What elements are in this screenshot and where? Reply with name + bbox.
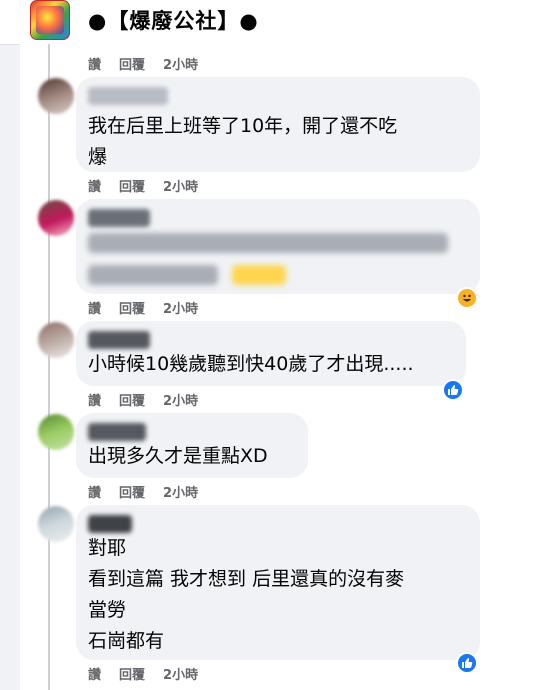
comment-time[interactable]: 2小時 (163, 482, 198, 501)
avatar[interactable] (38, 506, 74, 542)
comment-actions: 讚 回覆 2小時 (88, 664, 216, 683)
comment-bubble: 小時候10幾歲聽到快40歲了才出現..... (76, 321, 466, 386)
avatar[interactable] (38, 200, 74, 236)
comment-bubble: 出現多久才是重點XD (76, 413, 308, 478)
reply-button[interactable]: 回覆 (119, 54, 145, 73)
comment-text: 小時候10幾歲聽到快40歲了才出現..... (88, 353, 414, 375)
reply-button[interactable]: 回覆 (119, 176, 145, 195)
page-title[interactable]: ●【爆廢公社】● (88, 5, 259, 35)
comment-time[interactable]: 2小時 (163, 54, 198, 73)
comment-actions: 讚 回覆 2小時 (88, 482, 216, 501)
comment-actions: 讚 回覆 2小時 (88, 176, 216, 195)
like-button[interactable]: 讚 (88, 390, 101, 409)
like-button[interactable]: 讚 (88, 664, 101, 683)
haha-icon[interactable] (456, 287, 478, 309)
reply-button[interactable]: 回覆 (119, 298, 145, 317)
comment-actions: 讚 回覆 2小時 (88, 298, 216, 317)
reply-button[interactable]: 回覆 (119, 390, 145, 409)
comment-time[interactable]: 2小時 (163, 298, 198, 317)
author-name-blurred[interactable] (88, 515, 132, 533)
comment-text: 我在后里上班等了10年，開了還不吃 爆 (88, 115, 398, 168)
avatar[interactable] (38, 414, 74, 450)
comment-text: 出現多久才是重點XD (88, 445, 268, 467)
comment-bubble (76, 199, 480, 294)
reply-button[interactable]: 回覆 (119, 482, 145, 501)
comment-time[interactable]: 2小時 (163, 176, 198, 195)
avatar[interactable] (38, 322, 74, 358)
author-name-blurred[interactable] (88, 423, 146, 441)
author-name-blurred[interactable] (88, 87, 168, 105)
blurred-text-line (88, 233, 448, 253)
comment-bubble: 對耶 看到這篇 我才想到 后里還真的沒有麥 當勞 石崗都有 (76, 505, 480, 660)
like-icon[interactable] (456, 652, 478, 674)
page-header: ●【爆廢公社】● (0, 0, 538, 45)
group-logo[interactable] (30, 0, 70, 40)
like-button[interactable]: 讚 (88, 482, 101, 501)
author-name-blurred[interactable] (88, 331, 150, 349)
like-button[interactable]: 讚 (88, 298, 101, 317)
comment-bubble: 我在后里上班等了10年，開了還不吃 爆 (76, 77, 480, 172)
comment-actions: 讚 回覆 2小時 (88, 390, 216, 409)
comment-time[interactable]: 2小時 (163, 390, 198, 409)
blurred-text-line (88, 265, 468, 285)
like-button[interactable]: 讚 (88, 176, 101, 195)
author-name-blurred[interactable] (88, 209, 150, 227)
comment-actions: 讚 回覆 2小時 (88, 54, 216, 73)
blurred-emoji (232, 265, 286, 285)
thread-line (48, 44, 50, 690)
avatar[interactable] (38, 78, 74, 114)
like-button[interactable]: 讚 (88, 54, 101, 73)
comment-time[interactable]: 2小時 (163, 664, 198, 683)
comment-text: 對耶 看到這篇 我才想到 后里還真的沒有麥 當勞 石崗都有 (88, 537, 405, 652)
reply-button[interactable]: 回覆 (119, 664, 145, 683)
like-icon[interactable] (442, 379, 464, 401)
